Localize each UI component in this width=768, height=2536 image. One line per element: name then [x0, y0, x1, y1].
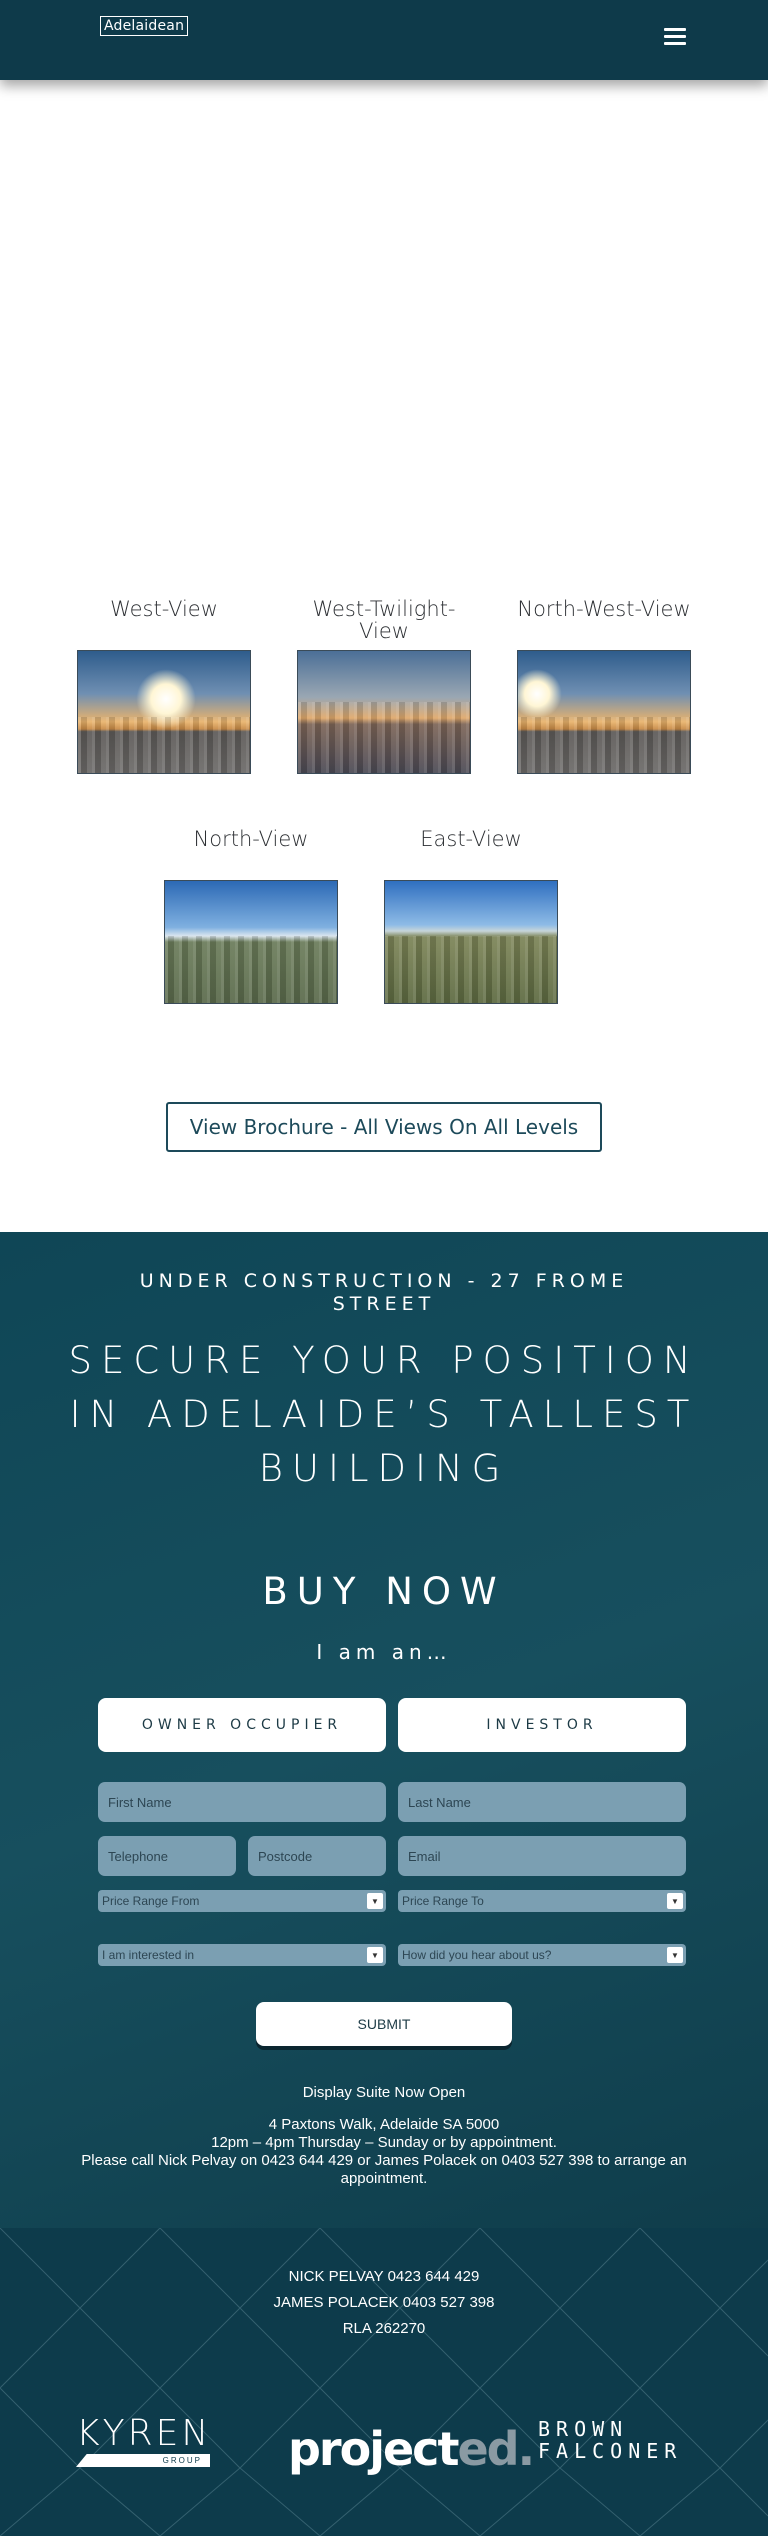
- view-card-west: West-View: [77, 598, 251, 774]
- display-suite-heading: Display Suite Now Open: [302, 2084, 466, 2101]
- select-label: I am interested in: [102, 1948, 195, 1962]
- price-range-from-select[interactable]: Price Range From ▼: [98, 1890, 386, 1912]
- interested-in-select[interactable]: I am interested in ▼: [98, 1944, 386, 1966]
- select-label: How did you hear about us?: [402, 1948, 552, 1962]
- view-thumbnail-west[interactable]: [77, 650, 251, 774]
- i-am-label: I am an…: [316, 1640, 452, 1664]
- view-title: North-West-View: [517, 597, 691, 621]
- contact-james[interactable]: JAMES POLACEK 0403 527 398: [0, 2290, 768, 2316]
- view-thumbnail-north[interactable]: [164, 880, 338, 1004]
- chevron-down-icon: ▼: [367, 1947, 383, 1963]
- display-address: 4 Paxtons Walk, Adelaide SA 5000: [268, 2116, 500, 2133]
- price-range-to-select[interactable]: Price Range To ▼: [398, 1890, 686, 1912]
- investor-button[interactable]: INVESTOR: [398, 1698, 686, 1752]
- brown-falconer-line1: BROWN: [538, 2417, 629, 2441]
- site-header: Adelaidean: [0, 0, 768, 80]
- select-label: Price Range To: [402, 1894, 484, 1908]
- footer-contacts: NICK PELVAY 0423 644 429 JAMES POLACEK 0…: [0, 2264, 768, 2342]
- buy-now-heading: BUY NOW: [262, 1570, 506, 1613]
- view-card-west-twilight: West-Twilight-View: [297, 598, 471, 774]
- postcode-field[interactable]: Postcode: [248, 1836, 386, 1876]
- telephone-field[interactable]: Telephone: [98, 1836, 236, 1876]
- last-name-field[interactable]: Last Name: [398, 1782, 686, 1822]
- site-footer: NICK PELVAY 0423 644 429 JAMES POLACEK 0…: [0, 2228, 768, 2536]
- view-title: North-View: [193, 827, 309, 851]
- display-hours: 12pm – 4pm Thursday – Sunday or by appoi…: [211, 2134, 557, 2151]
- hamburger-menu-icon[interactable]: [664, 28, 686, 46]
- projected-logo[interactable]: projected.: [288, 2422, 535, 2476]
- view-card-north: North-View: [164, 828, 338, 1004]
- first-name-field[interactable]: First Name: [98, 1782, 386, 1822]
- view-thumbnail-north-west[interactable]: [517, 650, 691, 774]
- owner-occupier-button[interactable]: OWNER OCCUPIER: [98, 1698, 386, 1752]
- brown-falconer-logo[interactable]: BROWN FALCONER: [538, 2418, 682, 2462]
- projected-logo-main: project: [288, 2422, 459, 2476]
- view-title: West-Twilight-View: [312, 597, 456, 643]
- hear-about-us-select[interactable]: How did you hear about us? ▼: [398, 1944, 686, 1966]
- view-card-north-west: North-West-View: [517, 598, 691, 774]
- view-card-east: East-View: [384, 828, 558, 1004]
- submit-button[interactable]: SUBMIT: [256, 2002, 512, 2046]
- display-call-text: Please call Nick Pelvay on 0423 644 429 …: [81, 2152, 687, 2187]
- kyren-group-logo[interactable]: KYREN: [76, 2416, 211, 2452]
- chevron-down-icon: ▼: [367, 1893, 383, 1909]
- view-thumbnail-west-twilight[interactable]: [297, 650, 471, 774]
- view-brochure-button[interactable]: View Brochure - All Views On All Levels: [166, 1102, 602, 1152]
- contact-nick[interactable]: NICK PELVAY 0423 644 429: [0, 2264, 768, 2290]
- chevron-down-icon: ▼: [667, 1893, 683, 1909]
- view-title: East-View: [420, 827, 522, 851]
- kyren-group-subtitle: GROUP: [76, 2454, 210, 2467]
- promo-section: UNDER CONSTRUCTION - 27 FROME STREET SEC…: [0, 1232, 768, 2228]
- chevron-down-icon: ▼: [667, 1947, 683, 1963]
- view-title: West-View: [110, 597, 218, 621]
- email-field[interactable]: Email: [398, 1836, 686, 1876]
- under-construction-text: UNDER CONSTRUCTION - 27 FROME STREET: [139, 1270, 629, 1315]
- projected-logo-suffix: ed.: [457, 2422, 535, 2476]
- select-label: Price Range From: [102, 1894, 200, 1908]
- view-thumbnail-east[interactable]: [384, 880, 558, 1004]
- rla-number: RLA 262270: [342, 2320, 426, 2337]
- brown-falconer-line2: FALCONER: [538, 2439, 683, 2463]
- headline: SECURE YOUR POSITION IN ADELAIDE’S TALLE…: [68, 1339, 700, 1490]
- site-logo[interactable]: Adelaidean: [100, 16, 189, 36]
